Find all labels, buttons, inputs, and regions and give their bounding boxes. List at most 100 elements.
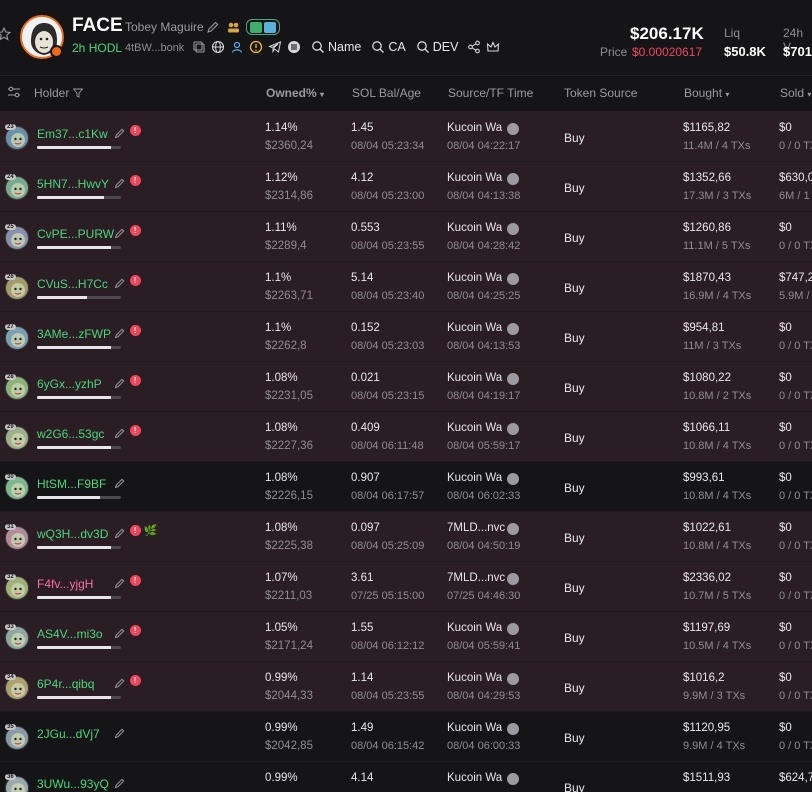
alert-icon[interactable]: ! <box>129 275 141 286</box>
holder-address[interactable]: wQ3H...dv3D <box>37 527 108 541</box>
alert-icon[interactable]: ! <box>129 675 141 686</box>
table-row[interactable]: 27 3AMe...zFWP! 1.1% $2262,8 0.152 08/04 05:2… <box>0 312 812 362</box>
edit-icon[interactable] <box>114 627 126 639</box>
funding-source[interactable]: Kucoin Wa <box>447 372 502 384</box>
col-token-source[interactable]: Token Source <box>564 86 637 100</box>
holder-address[interactable]: CVuS...H7Cc <box>37 277 108 291</box>
holder-address[interactable]: AS4V...mi3o <box>37 627 103 641</box>
holder-address[interactable]: 5HN7...HwvY <box>37 177 109 191</box>
search-dev-chip[interactable]: DEV <box>416 40 458 54</box>
globe-icon[interactable] <box>211 40 225 54</box>
warning-icon[interactable] <box>249 40 263 54</box>
holder-address[interactable]: 6yGx...yzhP <box>37 377 102 391</box>
funding-source[interactable]: Kucoin Wa <box>447 122 502 134</box>
table-row[interactable]: 29 w2G6...53gc! 1.08% $2227,36 0.409 08/04 06… <box>0 412 812 462</box>
edit-icon[interactable] <box>114 277 126 289</box>
funding-source[interactable]: Kucoin Wa <box>447 772 502 784</box>
funding-source[interactable]: Kucoin Wa <box>447 222 502 234</box>
edit-icon[interactable] <box>114 227 126 239</box>
alert-icon[interactable]: ! <box>129 425 141 436</box>
alert-icon[interactable]: ! <box>129 575 141 586</box>
holder-progress-bar <box>37 146 121 149</box>
edit-icon[interactable] <box>114 127 126 139</box>
table-row[interactable]: 23 Em37...c1Kw! 1.14% $2360,24 1.45 08/04 05:… <box>0 112 812 162</box>
alert-icon[interactable]: ! <box>129 175 141 186</box>
edit-icon[interactable] <box>114 577 126 589</box>
col-holder[interactable]: Holder <box>34 86 84 100</box>
alert-icon[interactable]: ! <box>129 125 141 136</box>
funding-source[interactable]: Kucoin Wa <box>447 472 502 484</box>
funding-source[interactable]: 7MLD...nvc <box>447 572 505 584</box>
table-row[interactable]: 26 CVuS...H7Cc! 1.1% $2263,71 5.14 08/04 05:2… <box>0 262 812 312</box>
funding-source[interactable]: Kucoin Wa <box>447 622 502 634</box>
col-sold[interactable]: Sold ▾ <box>780 86 811 100</box>
edit-icon[interactable] <box>114 327 126 339</box>
bought-usd: $1870,43 <box>683 272 731 284</box>
edit-icon[interactable] <box>114 427 126 439</box>
user-icon[interactable] <box>230 40 244 54</box>
alert-icon[interactable]: ! <box>129 525 141 536</box>
menu-circle-icon[interactable] <box>287 40 301 54</box>
holder-address[interactable]: 3AMe...zFWP <box>37 327 111 341</box>
col-sol-bal-age[interactable]: SOL Bal/Age <box>352 86 421 100</box>
edit-icon[interactable] <box>114 777 126 789</box>
star-icon[interactable] <box>0 27 11 41</box>
edit-icon[interactable] <box>114 477 126 489</box>
table-row[interactable]: 33 AS4V...mi3o! 1.05% $2171,24 1.55 08/04 06:… <box>0 612 812 662</box>
search-name-chip[interactable]: Name <box>311 40 361 54</box>
holder-address[interactable]: w2G6...53gc <box>37 427 104 441</box>
owned-usd: $2226,15 <box>265 490 313 502</box>
col-bought[interactable]: Bought ▾ <box>684 86 729 100</box>
table-row[interactable]: 34 6P4r...qibq! 0.99% $2044,33 1.14 08/04 05:… <box>0 662 812 712</box>
alert-icon[interactable]: ! <box>129 625 141 636</box>
search-ca-chip[interactable]: CA <box>371 40 406 54</box>
funding-source[interactable]: Kucoin Wa <box>447 172 502 184</box>
table-row[interactable]: 24 5HN7...HwvY! 1.12% $2314,86 4.12 08/04 05:… <box>0 162 812 212</box>
table-row[interactable]: 31 wQ3H...dv3D! 🌿 1.08% $2225,38 0.097 08/04 0… <box>0 512 812 562</box>
funnel-icon[interactable] <box>72 88 84 98</box>
funding-source[interactable]: Kucoin Wa <box>447 422 502 434</box>
holder-age: 08/04 06:11:48 <box>351 440 424 452</box>
edit-icon[interactable] <box>114 177 126 189</box>
telegram-icon[interactable] <box>268 40 282 54</box>
funding-source[interactable]: Kucoin Wa <box>447 272 502 284</box>
alert-icon[interactable]: ! <box>129 375 141 386</box>
col-source-tf-time[interactable]: Source/TF Time <box>448 86 533 100</box>
funding-source[interactable]: Kucoin Wa <box>447 322 502 334</box>
edit-icon[interactable] <box>114 527 126 539</box>
holder-address[interactable]: HtSM...F9BF <box>37 477 106 491</box>
copy-icon[interactable] <box>192 40 206 54</box>
alert-icon[interactable]: ! <box>129 225 141 236</box>
holder-address[interactable]: Em37...c1Kw <box>37 127 108 141</box>
users-icon[interactable] <box>226 20 240 34</box>
edit-icon[interactable] <box>206 20 220 34</box>
table-row[interactable]: 25 CvPE...PURW! 1.11% $2289,4 0.553 08/04 05:… <box>0 212 812 262</box>
share-icon[interactable] <box>467 40 481 54</box>
funding-source[interactable]: 7MLD...nvc <box>447 522 505 534</box>
edit-icon[interactable] <box>114 727 126 739</box>
crown-icon[interactable] <box>486 40 500 54</box>
table-row[interactable]: 35 2JGu...dVj7 0.99% $2042,85 1.49 08/04 06:1… <box>0 712 812 762</box>
holder-address[interactable]: 6P4r...qibq <box>37 677 94 691</box>
owned-usd: $2289,4 <box>265 240 307 252</box>
alert-icon[interactable]: ! <box>129 325 141 336</box>
social-badges[interactable] <box>246 19 280 35</box>
token-source: Buy <box>564 581 585 595</box>
funding-source[interactable]: Kucoin Wa <box>447 672 502 684</box>
sold-amount-txs: 0 / 0 TXs <box>779 390 812 402</box>
bought-amount-txs: 10.8M / 4 TXs <box>683 540 752 552</box>
holder-address[interactable]: 3UWu...93yQ <box>37 777 109 791</box>
contract-address[interactable]: 4tBW...bonk <box>125 42 184 54</box>
table-row[interactable]: 30 HtSM...F9BF 1.08% $2226,15 0.907 08/04 06:… <box>0 462 812 512</box>
holder-address[interactable]: F4fv...yjgH <box>37 577 93 591</box>
edit-icon[interactable] <box>114 377 126 389</box>
holder-address[interactable]: CvPE...PURW <box>37 227 114 241</box>
table-row[interactable]: 32 F4fv...yjgH! 1.07% $2211,03 3.61 07/25 05:… <box>0 562 812 612</box>
table-row[interactable]: 36 3UWu...93yQ 0.99% 4.14 Kucoin Wa Buy $1511,… <box>0 762 812 792</box>
funding-source[interactable]: Kucoin Wa <box>447 722 502 734</box>
holder-address[interactable]: 2JGu...dVj7 <box>37 727 100 741</box>
table-row[interactable]: 28 6yGx...yzhP! 1.08% $2231,05 0.021 08/04 05… <box>0 362 812 412</box>
edit-icon[interactable] <box>114 677 126 689</box>
filter-settings-icon[interactable] <box>7 85 21 99</box>
col-owned[interactable]: Owned% ▾ <box>266 86 324 100</box>
